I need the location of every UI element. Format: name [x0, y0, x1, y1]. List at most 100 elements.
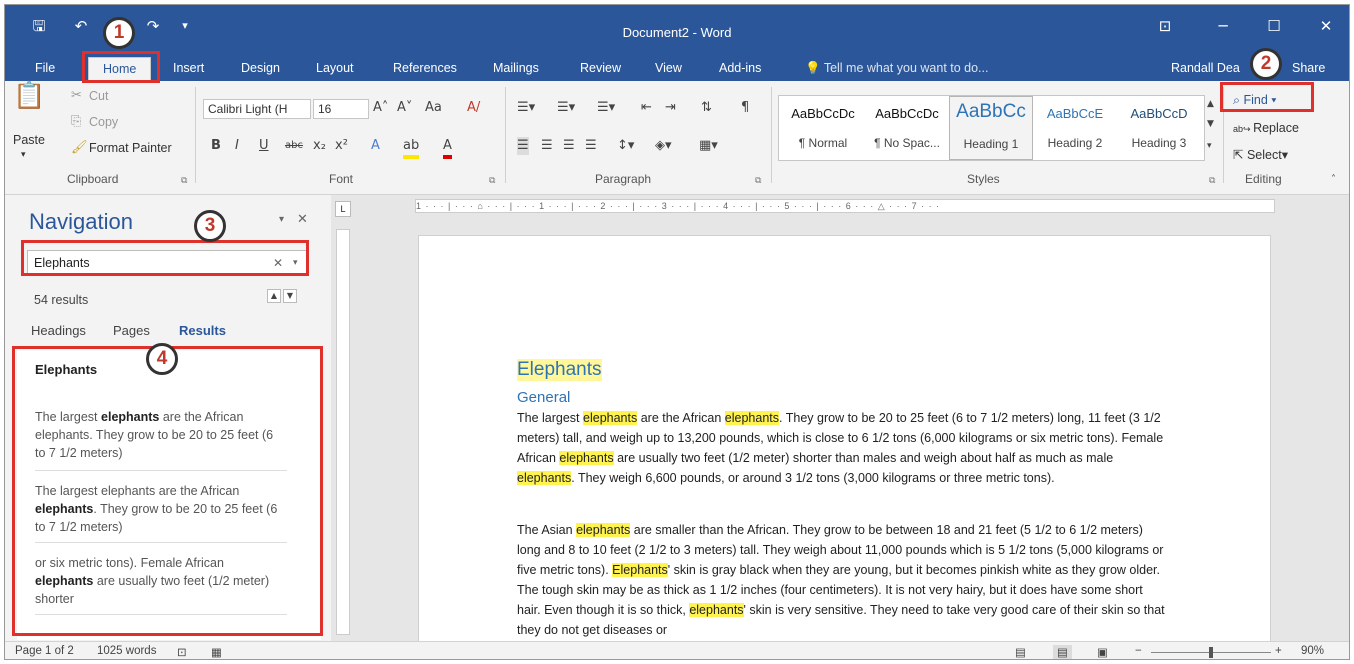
replace-button[interactable]: ab↪ Replace [1233, 121, 1299, 135]
tab-results[interactable]: Results [179, 323, 226, 338]
document-heading[interactable]: Elephants [517, 359, 602, 381]
cut-button[interactable]: Cut [89, 89, 108, 103]
decrease-indent-icon[interactable]: ⇤ [641, 99, 652, 117]
grow-font-icon[interactable]: A˄ [373, 99, 388, 117]
close-button[interactable]: ✕ [1311, 17, 1341, 37]
underline-icon[interactable]: U [259, 137, 269, 155]
italic-icon[interactable]: I [235, 137, 239, 155]
select-button[interactable]: ⇱ Select▾ [1233, 147, 1288, 162]
strikethrough-icon[interactable]: abc [285, 137, 303, 155]
subscript-icon[interactable]: x₂ [313, 137, 326, 155]
tab-design[interactable]: Design [241, 57, 280, 81]
borders-icon[interactable]: ▦▾ [699, 137, 718, 155]
copy-button[interactable]: Copy [89, 115, 118, 129]
page-count[interactable]: Page 1 of 2 [15, 645, 74, 657]
read-mode-icon[interactable]: ▤ [1015, 645, 1026, 659]
horizontal-ruler[interactable]: 1 · · · | · · · ⌂ · · · | · · · 1 · · · … [415, 199, 1275, 213]
font-launcher-icon[interactable]: ⧉ [489, 175, 495, 186]
tab-view[interactable]: View [655, 57, 682, 81]
copy-icon[interactable]: ⎘ [71, 113, 81, 131]
tab-file[interactable]: File [35, 57, 55, 81]
next-result-icon[interactable]: ▼ [283, 289, 297, 303]
cut-icon[interactable]: ✂ [71, 87, 82, 105]
document-subheading[interactable]: General [517, 389, 570, 406]
style-no-spacing[interactable]: AaBbCcDc ¶ No Spac... [865, 96, 949, 160]
paragraph-launcher-icon[interactable]: ⧉ [755, 175, 761, 186]
tab-review[interactable]: Review [580, 57, 621, 81]
tab-layout[interactable]: Layout [316, 57, 354, 81]
zoom-in-button[interactable]: + [1275, 645, 1282, 657]
search-highlight: elephants [689, 603, 744, 617]
previous-result-icon[interactable]: ▲ [267, 289, 281, 303]
zoom-slider-thumb[interactable] [1209, 647, 1213, 658]
document-page[interactable]: Elephants General The largest elephants … [418, 235, 1271, 655]
tab-add-ins[interactable]: Add-ins [719, 57, 761, 81]
style-heading-3[interactable]: AaBbCcD Heading 3 [1117, 96, 1201, 160]
minimize-button[interactable]: ─ [1208, 17, 1238, 37]
show-marks-icon[interactable]: ¶ [741, 99, 749, 117]
tab-pages[interactable]: Pages [113, 323, 150, 338]
paragraph-african[interactable]: The largest elephants are the African el… [517, 408, 1167, 488]
collapse-ribbon-icon[interactable]: ˄ [1331, 171, 1336, 189]
macro-icon[interactable]: ▦ [211, 645, 222, 659]
body-text: The largest [517, 411, 584, 425]
paragraph-group-label: Paragraph [595, 172, 652, 186]
tab-headings[interactable]: Headings [31, 323, 86, 338]
web-layout-icon[interactable]: ▣ [1097, 645, 1108, 659]
increase-indent-icon[interactable]: ⇥ [665, 99, 676, 117]
font-name-box[interactable]: Calibri Light (H [203, 99, 311, 119]
maximize-button[interactable]: ☐ [1259, 17, 1289, 37]
paste-dropdown-icon[interactable]: ▾ [21, 149, 26, 160]
line-spacing-icon[interactable]: ↕▾ [617, 137, 634, 155]
shading-icon[interactable]: ◈▾ [655, 137, 672, 155]
close-pane-icon[interactable]: ✕ [297, 211, 308, 229]
text-effects-icon[interactable]: A [371, 137, 380, 155]
highlight-icon[interactable]: ab [403, 137, 420, 159]
user-name[interactable]: Randall Dea [1171, 57, 1240, 81]
align-right-icon[interactable]: ☰ [563, 137, 575, 155]
bullets-icon[interactable]: ☰▾ [517, 99, 535, 117]
style-heading-2[interactable]: AaBbCcE Heading 2 [1033, 96, 1117, 160]
style-heading-1[interactable]: AaBbCc Heading 1 [949, 96, 1033, 160]
styles-scroll-down-icon[interactable]: ▼ [1207, 115, 1214, 133]
multilevel-list-icon[interactable]: ☰▾ [597, 99, 615, 117]
tell-me-search[interactable]: 💡 Tell me what you want to do... [805, 57, 988, 81]
paste-icon[interactable]: 📋 [13, 83, 45, 109]
proofing-icon[interactable]: ⊡ [177, 645, 187, 659]
format-painter-icon[interactable]: 🖌 [71, 139, 88, 157]
font-color-icon[interactable]: A [443, 137, 452, 159]
styles-launcher-icon[interactable]: ⧉ [1209, 175, 1215, 186]
font-size-box[interactable]: 16 [313, 99, 369, 119]
styles-scroll-up-icon[interactable]: ▲ [1207, 95, 1214, 113]
tab-insert[interactable]: Insert [173, 57, 204, 81]
tab-mailings[interactable]: Mailings [493, 57, 539, 81]
align-center-icon[interactable]: ☰ [541, 137, 553, 155]
change-case-icon[interactable]: Aa [425, 99, 442, 117]
style-normal[interactable]: AaBbCcDc ¶ Normal [781, 96, 865, 160]
paste-button[interactable]: Paste [13, 133, 45, 147]
zoom-out-button[interactable]: − [1135, 645, 1142, 657]
pane-options-icon[interactable]: ▾ [279, 211, 284, 229]
paragraph-asian[interactable]: The Asian elephants are smaller than the… [517, 520, 1167, 640]
clipboard-launcher-icon[interactable]: ⧉ [181, 175, 187, 186]
clear-formatting-icon[interactable]: A/ [467, 99, 480, 117]
superscript-icon[interactable]: x² [335, 137, 348, 155]
justify-icon[interactable]: ☰ [585, 137, 597, 155]
bold-icon[interactable]: B [211, 137, 221, 155]
editing-group-label: Editing [1245, 172, 1282, 186]
styles-more-icon[interactable]: ▾ [1207, 137, 1212, 155]
tab-references[interactable]: References [393, 57, 457, 81]
ribbon-display-options-icon[interactable]: ⊡ [1150, 17, 1180, 37]
home-tab-highlight [82, 51, 160, 83]
lightbulb-icon: 💡 [805, 61, 824, 75]
share-button[interactable]: Share [1292, 57, 1325, 81]
format-painter-button[interactable]: Format Painter [89, 141, 172, 155]
numbering-icon[interactable]: ☰▾ [557, 99, 575, 117]
tab-selector-icon[interactable]: L [335, 201, 351, 217]
word-count[interactable]: 1025 words [97, 645, 156, 657]
align-left-icon[interactable]: ☰ [517, 137, 529, 155]
sort-icon[interactable]: ⇅ [701, 99, 712, 117]
print-layout-icon[interactable]: ▤ [1053, 645, 1072, 659]
shrink-font-icon[interactable]: A˅ [397, 99, 412, 117]
zoom-level[interactable]: 90% [1301, 645, 1324, 657]
